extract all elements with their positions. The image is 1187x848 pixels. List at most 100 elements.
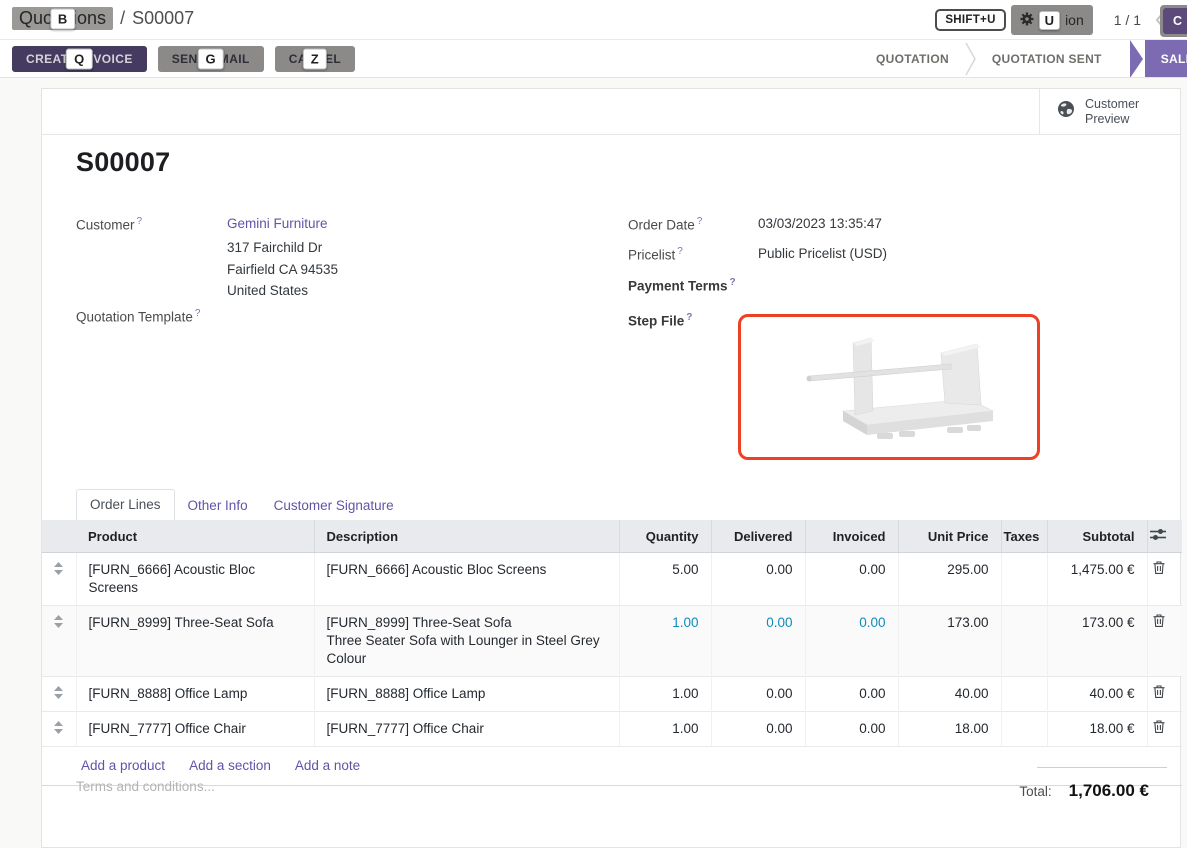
description-cell[interactable]: [FURN_6666] Acoustic Bloc Screens (314, 553, 619, 606)
quotation-template-label: Quotation Template? (76, 308, 200, 325)
product-cell[interactable]: [FURN_8888] Office Lamp (76, 677, 314, 712)
quantity-cell[interactable]: 1.00 (619, 712, 711, 747)
order-lines-list: Product Description Quantity Delivered I… (42, 520, 1182, 786)
add-a-section-link[interactable]: Add a section (189, 758, 271, 773)
delivered-cell[interactable]: 0.00 (711, 677, 805, 712)
status-sales-order[interactable]: SALES ORDER (1130, 40, 1187, 78)
total-separator (1037, 767, 1167, 768)
record-title: S00007 (76, 147, 170, 178)
customer-preview-button[interactable]: Customer Preview (1039, 89, 1180, 134)
status-quotation-sent[interactable]: QUOTATION SENT (976, 52, 1118, 66)
action-menu-label: ion (1065, 12, 1084, 28)
tab-order-lines[interactable]: Order Lines (76, 489, 175, 520)
subtotal-cell: 18.00 € (1047, 712, 1147, 747)
unit-price-cell[interactable]: 40.00 (898, 677, 1001, 712)
drag-handle-icon[interactable] (54, 721, 63, 734)
add-a-product-link[interactable]: Add a product (81, 758, 165, 773)
cancel-button[interactable]: CANCEL Z (275, 46, 355, 72)
description-cell[interactable]: [FURN_8999] Three-Seat SofaThree Seater … (314, 606, 619, 677)
notebook-tabs: Order Lines Other Info Customer Signatur… (76, 489, 407, 520)
keyboard-hint-g: G (197, 49, 224, 70)
table-row[interactable]: [FURN_8999] Three-Seat Sofa[FURN_8999] T… (42, 606, 1182, 677)
product-cell[interactable]: [FURN_8999] Three-Seat Sofa (76, 606, 314, 677)
create-button[interactable]: C (1163, 8, 1187, 34)
breadcrumb-record: S00007 (132, 8, 194, 29)
help-icon: ? (137, 216, 143, 227)
subtotal-cell: 40.00 € (1047, 677, 1147, 712)
navbar-right: SHIFT+U U ion 1 / 1 (935, 0, 1187, 40)
create-button-highlight: C (1160, 5, 1187, 37)
step-file-label: Step File? (628, 312, 692, 329)
unit-price-cell[interactable]: 295.00 (898, 553, 1001, 606)
delete-row-icon[interactable] (1153, 614, 1165, 627)
product-cell[interactable]: [FURN_6666] Acoustic Bloc Screens (76, 553, 314, 606)
keyboard-hint-b: B (50, 8, 75, 29)
column-description: Description (314, 520, 619, 553)
create-invoice-button[interactable]: CREATE INVOICE Q (12, 46, 147, 72)
total-value: 1,706.00 € (1069, 781, 1149, 801)
address-line: 317 Fairchild Dr (227, 237, 338, 259)
quantity-cell[interactable]: 5.00 (619, 553, 711, 606)
taxes-cell[interactable] (1001, 712, 1047, 747)
payment-terms-label: Payment Terms? (628, 277, 736, 294)
customer-link[interactable]: Gemini Furniture (227, 216, 328, 231)
column-quantity: Quantity (619, 520, 711, 553)
delete-row-icon[interactable] (1153, 720, 1165, 733)
delete-row-icon[interactable] (1153, 561, 1165, 574)
table-row[interactable]: [FURN_8888] Office Lamp[FURN_8888] Offic… (42, 677, 1182, 712)
drag-handle-icon[interactable] (54, 615, 63, 628)
drag-handle-icon[interactable] (54, 686, 63, 699)
invoiced-cell[interactable]: 0.00 (805, 677, 898, 712)
handle-column-header (42, 520, 76, 553)
statusbar: QUOTATION QUOTATION SENT SALES ORDER (860, 40, 1187, 78)
step-file-image[interactable] (738, 314, 1040, 460)
help-icon: ? (730, 277, 736, 288)
help-icon: ? (686, 312, 692, 323)
tab-customer-signature[interactable]: Customer Signature (261, 491, 407, 520)
taxes-cell[interactable] (1001, 553, 1047, 606)
unit-price-cell[interactable]: 18.00 (898, 712, 1001, 747)
table-row[interactable]: [FURN_7777] Office Chair[FURN_7777] Offi… (42, 712, 1182, 747)
gear-icon (1020, 12, 1034, 29)
taxes-cell[interactable] (1001, 677, 1047, 712)
globe-icon (1057, 100, 1075, 123)
unit-price-cell[interactable]: 173.00 (898, 606, 1001, 677)
quantity-cell[interactable]: 1.00 (619, 606, 711, 677)
send-email-button[interactable]: SEND EMAIL G (158, 46, 264, 72)
taxes-cell[interactable] (1001, 606, 1047, 677)
column-product: Product (76, 520, 314, 553)
table-header-row: Product Description Quantity Delivered I… (42, 520, 1182, 553)
order-lines-table: Product Description Quantity Delivered I… (42, 520, 1182, 746)
description-cell[interactable]: [FURN_7777] Office Chair (314, 712, 619, 747)
quantity-cell[interactable]: 1.00 (619, 677, 711, 712)
tab-other-info[interactable]: Other Info (175, 491, 261, 520)
delivered-cell[interactable]: 0.00 (711, 606, 805, 677)
table-row[interactable]: [FURN_6666] Acoustic Bloc Screens[FURN_6… (42, 553, 1182, 606)
add-a-note-link[interactable]: Add a note (295, 758, 360, 773)
product-cell[interactable]: [FURN_7777] Office Chair (76, 712, 314, 747)
order-date-label: Order Date? (628, 216, 702, 233)
optional-columns-icon[interactable] (1147, 520, 1182, 553)
order-lines-body: [FURN_6666] Acoustic Bloc Screens[FURN_6… (42, 553, 1182, 747)
create-button-label: C (1173, 14, 1182, 28)
order-date-value[interactable]: 03/03/2023 13:35:47 (758, 216, 882, 231)
customer-preview-label-1: Customer (1085, 97, 1139, 111)
invoiced-cell[interactable]: 0.00 (805, 606, 898, 677)
address-line: Fairfield CA 94535 (227, 259, 338, 281)
drag-handle-icon[interactable] (54, 562, 63, 575)
chevron-separator-icon (965, 41, 976, 77)
pricelist-value[interactable]: Public Pricelist (USD) (758, 246, 887, 261)
control-panel: CREATE INVOICE Q SEND EMAIL G CANCEL Z Q… (0, 40, 1187, 78)
keyboard-hint-u: U (1039, 11, 1060, 30)
terms-and-conditions-input[interactable]: Terms and conditions... (76, 779, 215, 794)
action-menu-button[interactable]: U ion (1011, 5, 1093, 35)
breadcrumb: Quotations B / S00007 (12, 7, 194, 30)
delivered-cell[interactable]: 0.00 (711, 712, 805, 747)
delivered-cell[interactable]: 0.00 (711, 553, 805, 606)
invoiced-cell[interactable]: 0.00 (805, 553, 898, 606)
status-quotation[interactable]: QUOTATION (860, 52, 965, 66)
breadcrumb-section-link[interactable]: Quotations B (12, 7, 113, 30)
invoiced-cell[interactable]: 0.00 (805, 712, 898, 747)
description-cell[interactable]: [FURN_8888] Office Lamp (314, 677, 619, 712)
delete-row-icon[interactable] (1153, 685, 1165, 698)
